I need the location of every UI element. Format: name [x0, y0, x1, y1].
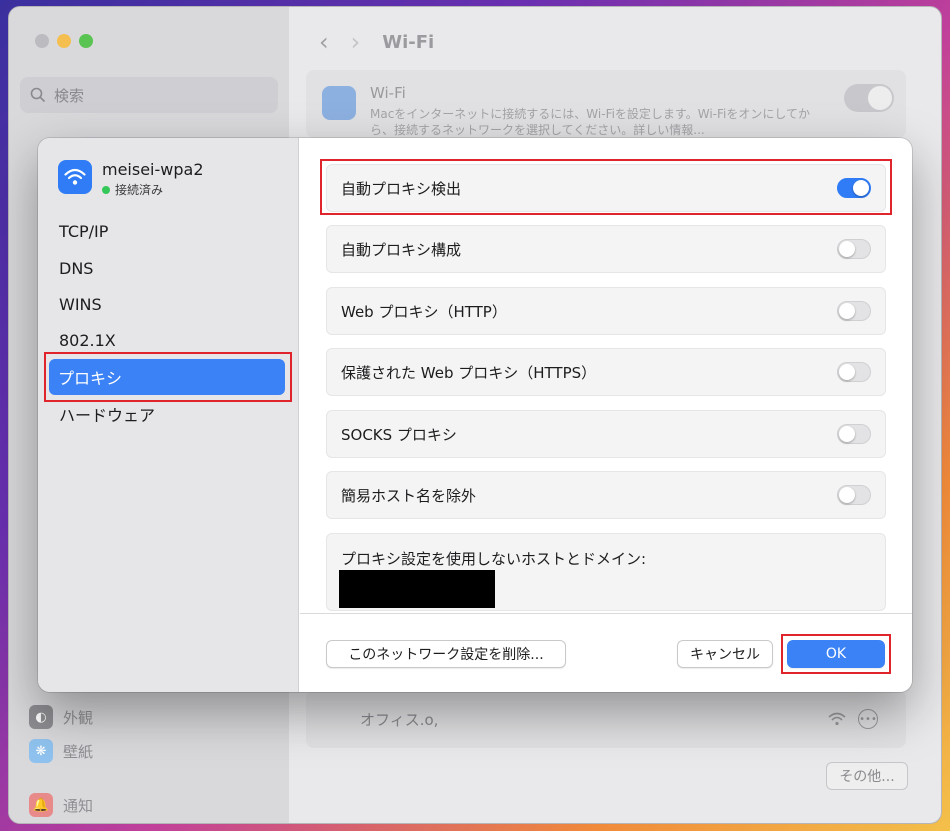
network-status: 接続済み [102, 181, 204, 198]
ok-button[interactable]: OK [787, 640, 885, 668]
more-options-icon[interactable]: ••• [858, 709, 878, 729]
proxy-option-row: SOCKS プロキシ [326, 410, 886, 458]
proxy-option-label: SOCKS プロキシ [341, 425, 457, 444]
notifications-icon: 🔔 [29, 793, 53, 817]
network-row-name: オフィス.o, [360, 710, 439, 729]
search-icon [30, 87, 46, 103]
socks-proxy-toggle[interactable] [837, 424, 871, 444]
network-name: meisei-wpa2 [102, 160, 204, 179]
auto-proxy-discovery-toggle[interactable] [837, 178, 871, 198]
wifi-card-description: Macをインターネットに接続するには、Wi-Fiを設定します。Wi-Fiをオンに… [370, 107, 811, 137]
search-placeholder: 検索 [54, 86, 85, 105]
wifi-signal-icon [828, 712, 846, 726]
proxy-option-label: 簡易ホスト名を除外 [341, 486, 477, 505]
window-controls [35, 34, 93, 48]
exclude-simple-hostnames-toggle[interactable] [837, 485, 871, 505]
tab-proxy[interactable]: プロキシ [49, 359, 285, 395]
wifi-card-icon [322, 86, 356, 120]
network-header: meisei-wpa2 接続済み [58, 160, 204, 198]
proxy-option-label: 保護された Web プロキシ（HTTPS） [341, 363, 597, 382]
dialog-sidebar: meisei-wpa2 接続済み TCP/IP DNS WINS 802.1X … [38, 138, 299, 692]
tab-tcpip[interactable]: TCP/IP [50, 213, 286, 249]
settings-header: ‹ › Wi-Fi [289, 7, 941, 77]
tab-wins[interactable]: WINS [50, 286, 286, 322]
sidebar-item-notifications[interactable]: 🔔 通知 [29, 793, 93, 817]
tab-dns[interactable]: DNS [50, 250, 286, 286]
proxy-option-row: Web プロキシ（HTTP） [326, 287, 886, 335]
wallpaper-icon: ❋ [29, 739, 53, 763]
close-window-button[interactable] [35, 34, 49, 48]
proxy-option-label: 自動プロキシ検出 [341, 179, 462, 198]
proxy-option-label: Web プロキシ（HTTP） [341, 302, 507, 321]
tab-hardware[interactable]: ハードウェア [50, 396, 286, 432]
network-row[interactable]: オフィス.o, ••• [306, 690, 906, 748]
tab-8021x[interactable]: 802.1X [50, 322, 286, 358]
network-details-dialog: meisei-wpa2 接続済み TCP/IP DNS WINS 802.1X … [38, 138, 912, 692]
network-status-label: 接続済み [115, 183, 164, 197]
appearance-icon: ◐ [29, 705, 53, 729]
bypass-hosts-field[interactable] [339, 570, 495, 608]
proxy-option-row: 自動プロキシ検出 [326, 164, 886, 212]
secure-web-proxy-https-toggle[interactable] [837, 362, 871, 382]
proxy-option-row: 保護された Web プロキシ（HTTPS） [326, 348, 886, 396]
cancel-button[interactable]: キャンセル [677, 640, 773, 668]
proxy-settings-panel: 自動プロキシ検出 自動プロキシ構成 Web プロキシ（HTTP） 保護された W… [300, 138, 912, 613]
search-field[interactable]: 検索 [20, 77, 278, 113]
status-dot-icon [102, 185, 110, 194]
auto-proxy-config-toggle[interactable] [837, 239, 871, 259]
delete-network-settings-button[interactable]: このネットワーク設定を削除... [326, 640, 566, 668]
page-title: Wi-Fi [382, 31, 435, 53]
wifi-card: Wi-Fi Macをインターネットに接続するには、Wi-Fiを設定します。Wi-… [306, 70, 906, 138]
sidebar-item-label: 外観 [63, 708, 94, 727]
wifi-icon [58, 160, 92, 194]
proxy-option-row: 簡易ホスト名を除外 [326, 471, 886, 519]
wifi-toggle[interactable] [844, 84, 894, 112]
wifi-card-title: Wi-Fi [370, 84, 406, 102]
zoom-window-button[interactable] [79, 34, 93, 48]
forward-icon[interactable]: › [351, 28, 361, 56]
sidebar-item-label: 通知 [63, 796, 94, 815]
minimize-window-button[interactable] [57, 34, 71, 48]
sidebar-item-wallpaper[interactable]: ❋ 壁紙 [29, 739, 93, 763]
bypass-hosts-section: プロキシ設定を使用しないホストとドメイン: [326, 533, 886, 611]
bypass-hosts-label: プロキシ設定を使用しないホストとドメイン: [341, 550, 647, 568]
dialog-footer: このネットワーク設定を削除... キャンセル OK [300, 613, 912, 692]
proxy-option-row: 自動プロキシ構成 [326, 225, 886, 273]
proxy-option-label: 自動プロキシ構成 [341, 240, 462, 259]
web-proxy-http-toggle[interactable] [837, 301, 871, 321]
back-icon[interactable]: ‹ [319, 28, 329, 56]
sidebar-item-appearance[interactable]: ◐ 外観 [29, 705, 93, 729]
other-networks-button[interactable]: その他... [826, 762, 908, 790]
sidebar-item-label: 壁紙 [63, 742, 94, 761]
